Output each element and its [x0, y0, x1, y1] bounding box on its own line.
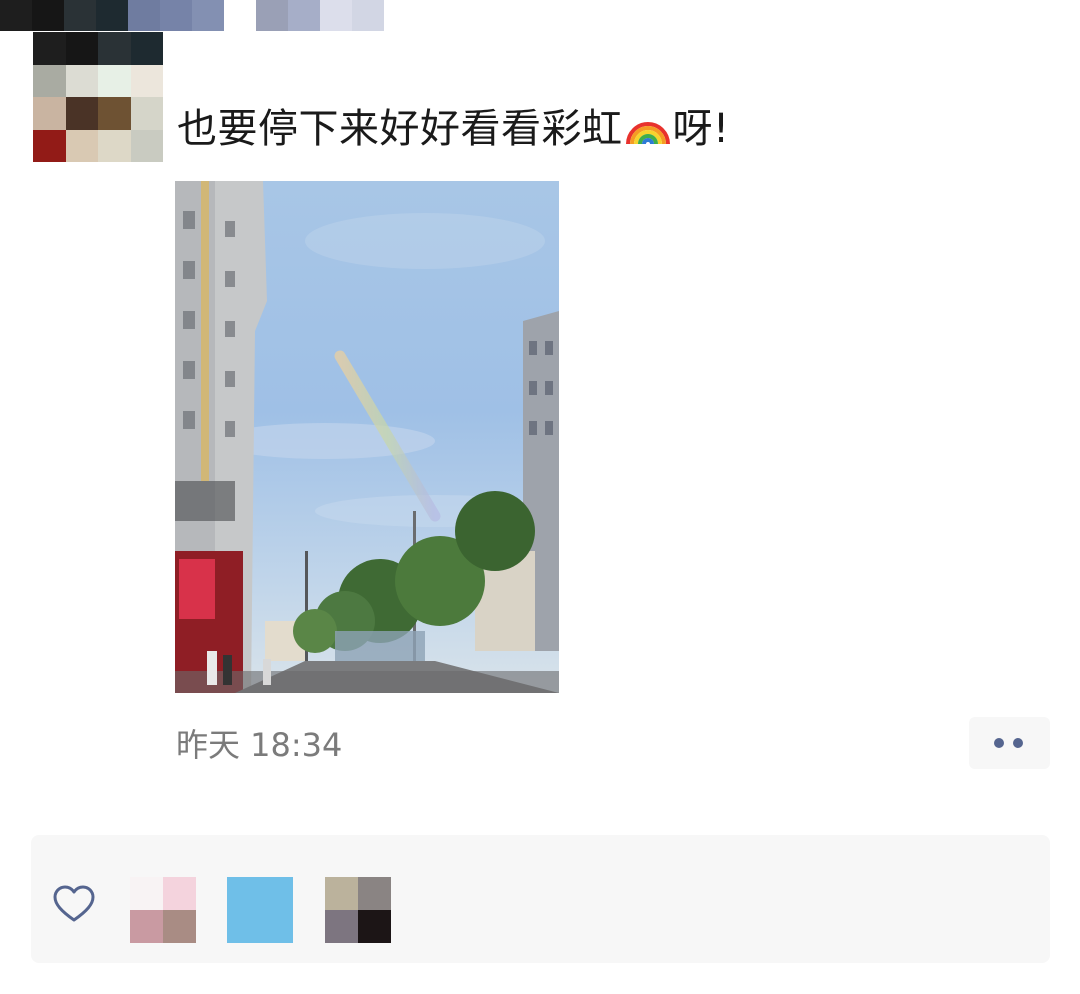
post-timestamp: 昨天 18:34 [176, 726, 343, 764]
likes-panel [31, 835, 1050, 963]
avatar-pixel [65, 129, 98, 162]
liker-avatar[interactable] [130, 877, 196, 943]
avatar-pixel [33, 97, 66, 130]
avatar-pixel [65, 97, 98, 130]
rainbow-street-photo [175, 181, 559, 693]
post-text-main: 也要停下来好好看看彩虹 [177, 106, 623, 152]
liker-pixel [130, 910, 163, 943]
username-pixel [352, 0, 384, 31]
post-text-end: 呀! [672, 106, 730, 152]
avatar-pixel [130, 32, 163, 65]
username-pixel [96, 0, 128, 31]
avatar-pixel [130, 64, 163, 97]
liker-pixel [227, 910, 260, 943]
liker-pixel [163, 910, 196, 943]
username-pixel [128, 0, 160, 31]
username-pixel [0, 0, 32, 31]
rainbow-icon [625, 122, 670, 145]
liker-pixel [260, 910, 293, 943]
avatar[interactable] [33, 32, 163, 162]
liker-pixel [358, 910, 391, 943]
liker-pixel [325, 877, 358, 910]
avatar-pixel [33, 64, 66, 97]
avatar-pixel [65, 64, 98, 97]
avatar-pixel [98, 129, 131, 162]
username-pixel [256, 0, 288, 31]
avatar-pixel [98, 64, 131, 97]
liker-pixel [163, 877, 196, 910]
liker-pixel [130, 877, 163, 910]
liker-pixel [325, 910, 358, 943]
liker-pixel [227, 877, 260, 910]
heart-icon [53, 885, 95, 922]
username-pixel [288, 0, 320, 31]
username-pixel [64, 0, 96, 31]
username-pixel [224, 0, 256, 31]
username-pixel [32, 0, 64, 31]
avatar-pixel [98, 97, 131, 130]
username-pixel [192, 0, 224, 31]
liker-pixel [260, 877, 293, 910]
username-pixel [320, 0, 352, 31]
post-text: 也要停下来好好看看彩虹 呀! [177, 102, 730, 156]
more-button[interactable] [969, 717, 1050, 769]
liker-avatar[interactable] [325, 877, 391, 943]
post-photo[interactable] [175, 181, 559, 693]
username-pixel [160, 0, 192, 31]
avatar-pixel [130, 129, 163, 162]
avatar-pixel [98, 32, 131, 65]
avatar-pixel [65, 32, 98, 65]
avatar-pixel [130, 97, 163, 130]
username-blurred[interactable] [0, 0, 1080, 31]
liker-avatar[interactable] [227, 877, 293, 943]
avatar-pixel [33, 129, 66, 162]
liker-pixel [358, 877, 391, 910]
avatar-pixel [33, 32, 66, 65]
